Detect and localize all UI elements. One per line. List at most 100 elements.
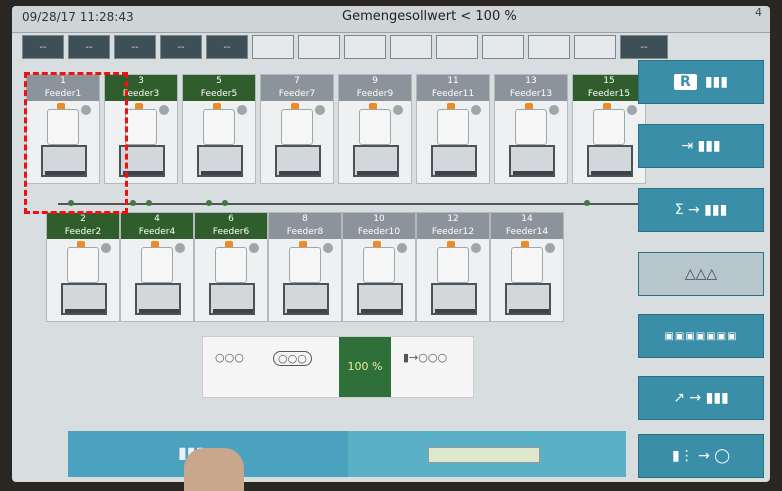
- nav-button-row: -- -- -- -- -- --: [22, 35, 668, 61]
- sum-arrow-icon: Σ → ▮▮▮: [674, 202, 728, 218]
- nav-button-12[interactable]: [528, 35, 570, 59]
- top-bar: 09/28/17 11:28:43 Gemengesollwert < 100 …: [12, 6, 770, 33]
- feeder-name: Feeder13: [495, 88, 567, 101]
- feeder-name: Feeder2: [47, 226, 119, 239]
- datetime-display: 09/28/17 11:28:43: [22, 10, 134, 24]
- feeder-name: Feeder7: [261, 88, 333, 101]
- keyboard-button[interactable]: ▣▣▣▣▣▣▣: [638, 314, 764, 358]
- three-feeders-icon: △△△: [684, 266, 718, 282]
- feeder-number: 9: [339, 75, 411, 88]
- mode-option-1[interactable]: ○○○: [215, 351, 244, 364]
- page-title: Gemengesollwert < 100 %: [342, 9, 517, 24]
- nav-button-3[interactable]: --: [114, 35, 156, 59]
- feeder-15[interactable]: 15 Feeder15: [572, 74, 646, 184]
- feeder-name: Feeder11: [417, 88, 489, 101]
- feed-to-feeders-button[interactable]: ⇥ ▮▮▮: [638, 124, 764, 168]
- highlight-box: [24, 72, 128, 214]
- feeder-number: 4: [121, 213, 193, 226]
- feeder-machine-icon: [495, 101, 567, 181]
- tool-arrow-icon: ↗ → ▮▮▮: [673, 390, 729, 406]
- conveyor-node: [206, 200, 212, 206]
- reset-button[interactable]: R ▮▮▮: [638, 60, 764, 104]
- cycle-icon: ▮⋮ → ◯: [671, 448, 730, 464]
- feeder-name: Feeder4: [121, 226, 193, 239]
- sum-to-feeders-button[interactable]: Σ → ▮▮▮: [638, 188, 764, 232]
- tool-to-feeders-button[interactable]: ↗ → ▮▮▮: [638, 376, 764, 420]
- feeders-overview-button[interactable]: △△△: [638, 252, 764, 296]
- nav-button-4[interactable]: --: [160, 35, 202, 59]
- feeder-machine-icon: [573, 101, 645, 181]
- bottom-progress-button[interactable]: [348, 431, 626, 477]
- progress-indicator: [428, 447, 540, 463]
- feeder-machine-icon: [343, 239, 415, 319]
- feeder-10[interactable]: 10 Feeder10: [342, 212, 416, 322]
- feeder-machine-icon: [121, 239, 193, 319]
- nav-button-11[interactable]: [482, 35, 524, 59]
- feeder-machine-icon: [195, 239, 267, 319]
- feeder-machine-icon: [339, 101, 411, 181]
- mode-selector-bar: ○○○ ○○○ 100 % ▮→○○○: [202, 336, 474, 398]
- conveyor-node: [130, 200, 136, 206]
- nav-button-8[interactable]: [344, 35, 386, 59]
- feeder-7[interactable]: 7 Feeder7: [260, 74, 334, 184]
- r-icon: R: [674, 74, 697, 90]
- feeder-name: Feeder8: [269, 226, 341, 239]
- feeder-number: 14: [491, 213, 563, 226]
- bottom-bar: ▮▮▮: [68, 431, 626, 477]
- feeder-number: 15: [573, 75, 645, 88]
- feeder-number: 11: [417, 75, 489, 88]
- feeder-6[interactable]: 6 Feeder6: [194, 212, 268, 322]
- feeder-number: 5: [183, 75, 255, 88]
- conveyor-node: [584, 200, 590, 206]
- mode-option-selected[interactable]: 100 %: [339, 337, 391, 397]
- feeder-machine-icon: [47, 239, 119, 319]
- feeder-number: 2: [47, 213, 119, 226]
- feeder-name: Feeder5: [183, 88, 255, 101]
- finger-overlay: [184, 448, 244, 491]
- feeder-8[interactable]: 8 Feeder8: [268, 212, 342, 322]
- nav-button-7[interactable]: [298, 35, 340, 59]
- hmi-screen: 09/28/17 11:28:43 Gemengesollwert < 100 …: [12, 6, 770, 482]
- feeder-name: Feeder10: [343, 226, 415, 239]
- feeder-name: Feeder15: [573, 88, 645, 101]
- feeder-machine-icon: [269, 239, 341, 319]
- nav-button-13[interactable]: [574, 35, 616, 59]
- feeder-group-icon: ▮▮▮: [704, 74, 728, 90]
- feeder-number: 8: [269, 213, 341, 226]
- nav-button-10[interactable]: [436, 35, 478, 59]
- nav-button-5[interactable]: --: [206, 35, 248, 59]
- feeder-11[interactable]: 11 Feeder11: [416, 74, 490, 184]
- feeder-number: 12: [417, 213, 489, 226]
- feeder-number: 7: [261, 75, 333, 88]
- feeder-5[interactable]: 5 Feeder5: [182, 74, 256, 184]
- feeder-machine-icon: [183, 101, 255, 181]
- nav-button-6[interactable]: [252, 35, 294, 59]
- settings-cycle-button[interactable]: ▮⋮ → ◯: [638, 434, 764, 478]
- feeder-2[interactable]: 2 Feeder2: [46, 212, 120, 322]
- feeder-4[interactable]: 4 Feeder4: [120, 212, 194, 322]
- page-number: 4: [755, 6, 762, 19]
- feeder-9[interactable]: 9 Feeder9: [338, 74, 412, 184]
- feeder-name: Feeder9: [339, 88, 411, 101]
- feeder-name: Feeder12: [417, 226, 489, 239]
- feeder-name: Feeder14: [491, 226, 563, 239]
- feeder-14[interactable]: 14 Feeder14: [490, 212, 564, 322]
- nav-button-1[interactable]: --: [22, 35, 64, 59]
- mode-option-4[interactable]: ▮→○○○: [403, 351, 447, 364]
- feeder-number: 10: [343, 213, 415, 226]
- nav-button-2[interactable]: --: [68, 35, 110, 59]
- mode-option-2[interactable]: ○○○: [273, 351, 312, 366]
- feeder-12[interactable]: 12 Feeder12: [416, 212, 490, 322]
- nav-button-9[interactable]: [390, 35, 432, 59]
- feeder-name: Feeder6: [195, 226, 267, 239]
- feeder-machine-icon: [491, 239, 563, 319]
- conveyor-node: [222, 200, 228, 206]
- valve-arrow-icon: ⇥ ▮▮▮: [681, 138, 721, 154]
- nav-button-14[interactable]: --: [620, 35, 668, 59]
- feeder-machine-icon: [261, 101, 333, 181]
- feeder-number: 13: [495, 75, 567, 88]
- feeder-machine-icon: [417, 101, 489, 181]
- keyboard-icon: ▣▣▣▣▣▣▣: [664, 330, 738, 342]
- feeder-number: 6: [195, 213, 267, 226]
- feeder-13[interactable]: 13 Feeder13: [494, 74, 568, 184]
